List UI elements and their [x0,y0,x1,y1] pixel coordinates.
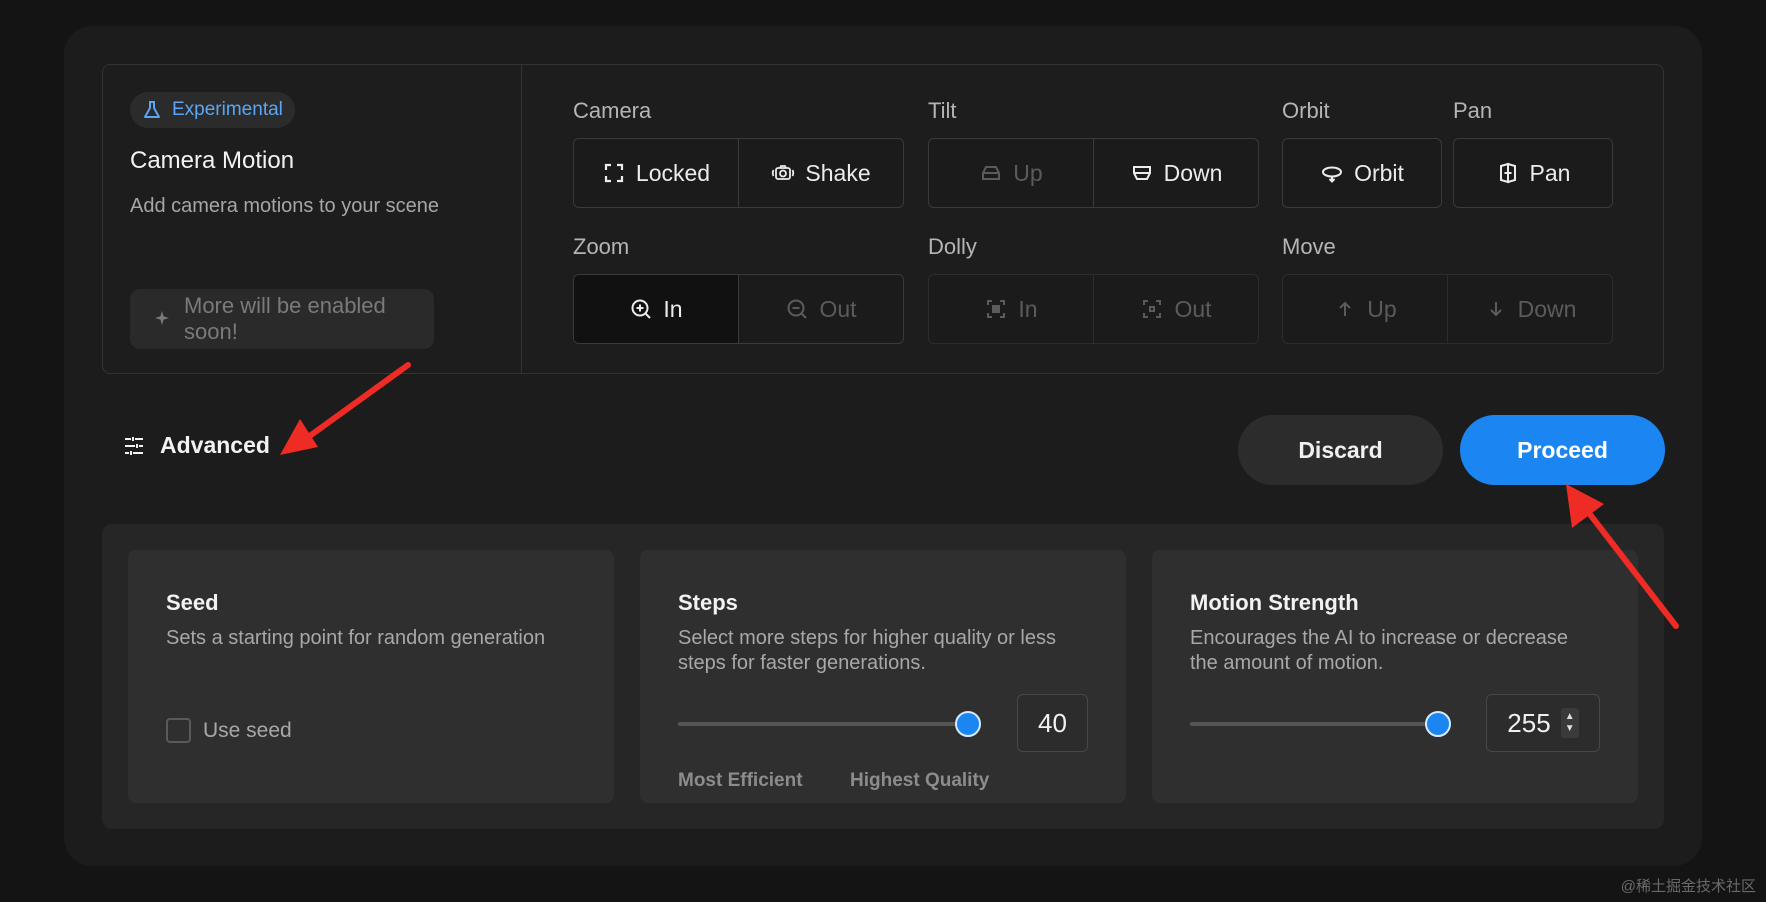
motion-strength-slider-thumb[interactable] [1425,711,1451,737]
discard-button[interactable]: Discard [1238,415,1443,485]
dolly-in-button[interactable]: In [929,275,1093,343]
dolly-group-label: Dolly [928,234,977,259]
tilt-down-label: Down [1163,159,1223,186]
motion-strength-card: Motion Strength Encourages the AI to inc… [1152,550,1638,803]
orbit-segment: Orbit [1282,138,1442,208]
seed-description: Sets a starting point for random generat… [166,627,546,649]
dolly-out-icon [1140,297,1164,321]
coming-soon-notice: More will be enabled soon! [130,289,434,349]
orbit-label: Orbit [1354,159,1404,186]
tilt-segment: Up Down [928,138,1259,208]
proceed-button[interactable]: Proceed [1460,415,1665,485]
camera-segment: Locked Shake [573,138,904,208]
steps-slider-track[interactable] [678,722,978,726]
zoom-in-label: In [663,295,683,322]
spinner-arrows-icon[interactable]: ▲ ▼ [1560,708,1579,738]
move-up-label: Up [1367,295,1397,322]
camera-motion-info: Experimental Camera Motion Add camera mo… [103,65,522,373]
orbit-group-label: Orbit [1282,98,1330,123]
tilt-group-label: Tilt [928,98,957,123]
dolly-out-label: Out [1174,295,1212,322]
tilt-up-label: Up [1013,159,1043,186]
pan-segment: Pan [1453,138,1613,208]
use-seed-label: Use seed [203,718,292,742]
camera-shake-icon [771,161,795,185]
move-up-button[interactable]: Up [1283,275,1447,343]
tilt-up-button[interactable]: Up [929,139,1093,207]
pan-icon [1496,161,1520,185]
dolly-in-label: In [1018,295,1038,322]
move-down-label: Down [1517,295,1577,322]
seed-title: Seed [166,590,219,615]
zoom-out-label: Out [819,295,857,322]
flask-icon [140,98,164,122]
tilt-down-button[interactable]: Down [1093,139,1258,207]
frame-corners-icon [602,161,626,185]
move-down-button[interactable]: Down [1447,275,1612,343]
use-seed-row: Use seed [166,718,292,743]
advanced-toggle[interactable]: Advanced [122,432,270,459]
zoom-out-button[interactable]: Out [738,275,903,343]
move-segment: Up Down [1282,274,1613,344]
zoom-group-label: Zoom [573,234,630,259]
coming-soon-label: More will be enabled soon! [184,293,386,344]
move-group-label: Move [1282,234,1336,259]
experimental-badge: Experimental [130,92,295,128]
badge-label: Experimental [172,99,283,120]
camera-locked-label: Locked [635,159,711,186]
sparkle-icon [150,307,174,331]
motion-strength-description: Encourages the AI to increase or decreas… [1190,627,1569,674]
tilt-down-icon [1130,161,1154,185]
advanced-panel: Seed Sets a starting point for random ge… [102,524,1664,829]
arrow-up-icon [1333,297,1357,321]
zoom-out-icon [785,297,809,321]
seed-card: Seed Sets a starting point for random ge… [128,550,614,803]
sliders-icon [122,434,146,458]
camera-locked-button[interactable]: Locked [574,139,738,207]
dolly-in-icon [984,297,1008,321]
steps-value-box[interactable]: 40 [1017,694,1088,752]
orbit-button[interactable]: Orbit [1283,139,1441,207]
dolly-out-button[interactable]: Out [1093,275,1258,343]
watermark: @稀土掘金技术社区 [1620,878,1756,895]
steps-title: Steps [678,590,738,615]
camera-motion-title: Camera Motion [130,147,295,174]
steps-min-label: Most Efficient [678,770,803,791]
orbit-icon [1320,161,1344,185]
use-seed-checkbox[interactable] [166,718,191,743]
steps-max-label: Highest Quality [850,770,990,791]
pan-label: Pan [1529,159,1571,186]
steps-card: Steps Select more steps for higher quali… [640,550,1126,803]
zoom-segment: In Out [573,274,904,344]
steps-description: Select more steps for higher quality or … [678,627,1056,674]
motion-strength-value: 255 [1507,707,1551,738]
arrow-down-icon [1484,297,1508,321]
advanced-label: Advanced [160,432,270,458]
tilt-up-icon [979,161,1003,185]
steps-slider-thumb[interactable] [955,711,981,737]
camera-shake-button[interactable]: Shake [738,139,903,207]
motion-strength-input[interactable]: 255 ▲ ▼ [1486,694,1600,752]
dolly-segment: In Out [928,274,1259,344]
camera-group-label: Camera [573,98,652,123]
zoom-in-button[interactable]: In [574,275,738,343]
camera-shake-label: Shake [805,159,871,186]
pan-group-label: Pan [1453,98,1493,123]
motion-strength-slider-track[interactable] [1190,722,1448,726]
motion-strength-title: Motion Strength [1190,590,1359,615]
pan-button[interactable]: Pan [1454,139,1612,207]
zoom-in-icon [629,297,653,321]
camera-motion-subtitle: Add camera motions to your scene [130,195,440,217]
